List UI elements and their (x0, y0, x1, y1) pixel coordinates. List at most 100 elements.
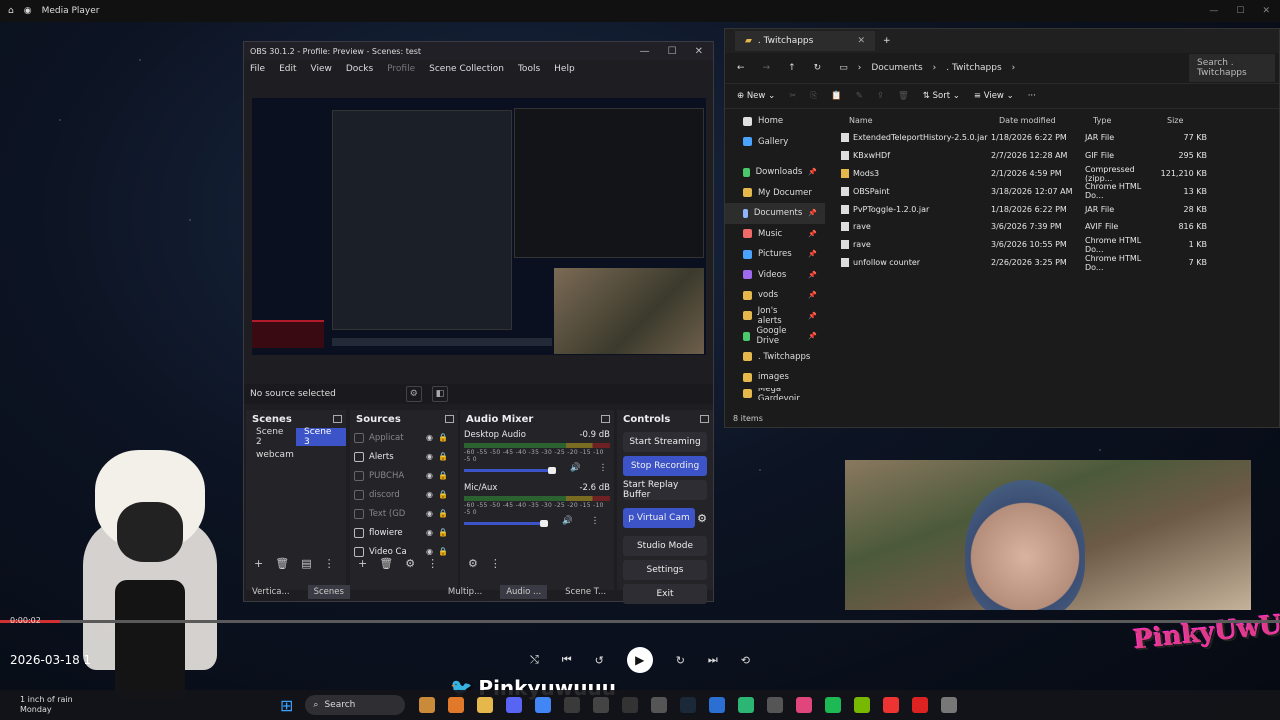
nav-item-my-documents[interactable]: My Documer (725, 183, 825, 204)
audio-mixer-more-icon[interactable]: ⋮ (490, 557, 501, 570)
lock-icon[interactable]: 🔒 (438, 433, 448, 442)
next-icon[interactable]: ⏭ (708, 653, 718, 667)
new-button[interactable]: ⊕ New ⌄ (737, 91, 775, 101)
file-row[interactable]: KBxwHDf 2/7/2026 12:28 AM GIF File 295 KB (837, 147, 1277, 165)
tab-audio[interactable]: Audio ... (500, 585, 548, 599)
column-type[interactable]: Type (1093, 116, 1167, 125)
nav-item-images[interactable]: images (725, 367, 825, 388)
volume-slider[interactable] (464, 467, 556, 474)
stop-recording-button[interactable]: Stop Recording (623, 456, 707, 476)
visibility-icon[interactable]: ◉ (426, 433, 433, 442)
lock-icon[interactable]: 🔒 (438, 471, 448, 480)
menu-view[interactable]: View (311, 64, 332, 74)
nvidia-icon[interactable] (854, 697, 871, 713)
undock-icon[interactable] (445, 415, 454, 423)
nav-item-google-drive[interactable]: Google Drive 📌 (725, 326, 825, 347)
refresh-icon[interactable]: ↻ (814, 63, 822, 73)
add-source-icon[interactable]: + (358, 557, 367, 570)
nav-item-downloads[interactable]: Downloads 📌 (725, 162, 825, 183)
menu-help[interactable]: Help (554, 64, 575, 74)
scene-more-icon[interactable]: ⋮ (324, 557, 335, 570)
menu-edit[interactable]: Edit (279, 64, 296, 74)
cut-icon[interactable]: ✂ (789, 91, 796, 101)
scene-item-3[interactable]: Scene 3 (296, 427, 346, 447)
delete-icon[interactable]: 🗑 (898, 91, 909, 101)
speaker-icon[interactable]: 🔊 (562, 516, 573, 526)
home-icon[interactable]: ⌂ (8, 6, 14, 16)
advanced-audio-icon[interactable]: ⚙ (468, 557, 478, 570)
replay-buffer-button[interactable]: Start Replay Buffer (623, 480, 707, 500)
nav-item-mega-gardevoir[interactable]: Mega Gardevoir (725, 388, 825, 400)
nav-item-vods[interactable]: vods 📌 (725, 285, 825, 306)
nav-item-gallery[interactable]: Gallery (725, 132, 825, 153)
repeat-icon[interactable]: ⟲ (741, 654, 750, 667)
play-icon[interactable]: ▶ (626, 647, 653, 673)
share-icon[interactable]: ⇪ (877, 91, 884, 101)
breadcrumb[interactable]: ▭ › Documents › . Twitchapps › (839, 63, 1015, 73)
discord-icon[interactable] (506, 697, 523, 713)
obs-minimize-icon[interactable]: — (640, 46, 650, 57)
source-properties-icon[interactable]: ⚙ (405, 557, 415, 570)
source-row[interactable]: discord ◉ 🔒 (350, 485, 458, 504)
seek-bar[interactable] (0, 620, 1280, 623)
obs-icon[interactable] (593, 697, 610, 713)
previous-icon[interactable]: ⏮ (562, 653, 572, 667)
menu-docks[interactable]: Docks (346, 64, 373, 74)
mail-icon[interactable] (564, 697, 581, 713)
back-icon[interactable]: ← (737, 63, 745, 73)
visibility-icon[interactable]: ◉ (426, 471, 433, 480)
tab-scenes[interactable]: Scenes (307, 585, 350, 599)
app-icon[interactable] (651, 697, 668, 713)
shuffle-icon[interactable]: ⤭ (530, 653, 539, 667)
audio-more-icon[interactable]: ⋮ (591, 516, 600, 526)
remove-source-icon[interactable]: 🗑 (379, 557, 393, 570)
sort-button[interactable]: ⇅ Sort ⌄ (923, 91, 960, 101)
app-icon[interactable] (767, 697, 784, 713)
app-icon[interactable] (796, 697, 813, 713)
scene-filters-icon[interactable]: ▤ (301, 557, 311, 570)
lock-icon[interactable]: 🔒 (438, 509, 448, 518)
explorer-tab[interactable]: ▰ . Twitchapps ✕ (735, 31, 875, 51)
undock-icon[interactable] (601, 415, 610, 423)
copy-icon[interactable]: ⎘ (810, 91, 817, 101)
source-row[interactable]: Applicat ◉ 🔒 (350, 428, 458, 447)
visibility-icon[interactable]: ◉ (426, 452, 433, 461)
maximize-icon[interactable]: ☐ (1236, 6, 1244, 16)
file-row[interactable]: ExtendedTeleportHistory-2.5.0.jar 1/18/20… (837, 129, 1277, 147)
source-row[interactable]: Alerts ◉ 🔒 (350, 447, 458, 466)
visibility-icon[interactable]: ◉ (426, 490, 433, 499)
file-row[interactable]: OBSPaint 3/18/2026 12:07 AM Chrome HTML Do… (837, 182, 1277, 200)
app-icon[interactable] (622, 697, 639, 713)
paste-icon[interactable]: 📋 (831, 91, 842, 101)
more-options-icon[interactable]: ··· (1028, 91, 1036, 101)
file-row[interactable]: PvPToggle-1.2.0.jar 1/18/2026 6:22 PM JAR … (837, 200, 1277, 218)
menu-scene-collection[interactable]: Scene Collection (429, 64, 504, 74)
tab-vertical[interactable]: Vertica... (252, 587, 290, 597)
source-settings-icon[interactable]: ⚙ (405, 386, 422, 402)
rewind-10-icon[interactable]: ↺ (595, 654, 604, 667)
forward-icon[interactable]: → (763, 63, 771, 73)
rename-icon[interactable]: ✎ (856, 91, 863, 101)
speaker-icon[interactable]: 🔊 (570, 463, 581, 473)
close-icon[interactable]: ✕ (1262, 6, 1270, 16)
obs-close-icon[interactable]: ✕ (695, 46, 703, 57)
up-icon[interactable]: ↑ (788, 63, 796, 73)
lock-icon[interactable]: 🔒 (438, 528, 448, 537)
breadcrumb-item[interactable]: Documents (871, 63, 922, 73)
file-row[interactable]: unfollow counter 2/26/2026 3:25 PM Chrome … (837, 254, 1277, 272)
virtual-cam-button[interactable]: p Virtual Cam (623, 508, 696, 528)
file-explorer-icon[interactable] (477, 697, 494, 713)
visibility-icon[interactable]: ◉ (426, 528, 433, 537)
column-name[interactable]: Name (849, 116, 999, 125)
undock-icon[interactable] (700, 415, 709, 423)
nav-item-twitchapps[interactable]: . Twitchapps (725, 347, 825, 368)
app-icon[interactable] (883, 697, 900, 713)
close-tab-icon[interactable]: ✕ (857, 36, 865, 46)
menu-tools[interactable]: Tools (518, 64, 540, 74)
audio-more-icon[interactable]: ⋮ (599, 463, 608, 473)
tab-scene-transitions[interactable]: Scene T... (565, 587, 606, 597)
forward-30-icon[interactable]: ↻ (676, 654, 685, 667)
nav-item-pictures[interactable]: Pictures 📌 (725, 244, 825, 265)
media-player-icon[interactable] (941, 697, 958, 713)
visibility-icon[interactable]: ◉ (426, 509, 433, 518)
